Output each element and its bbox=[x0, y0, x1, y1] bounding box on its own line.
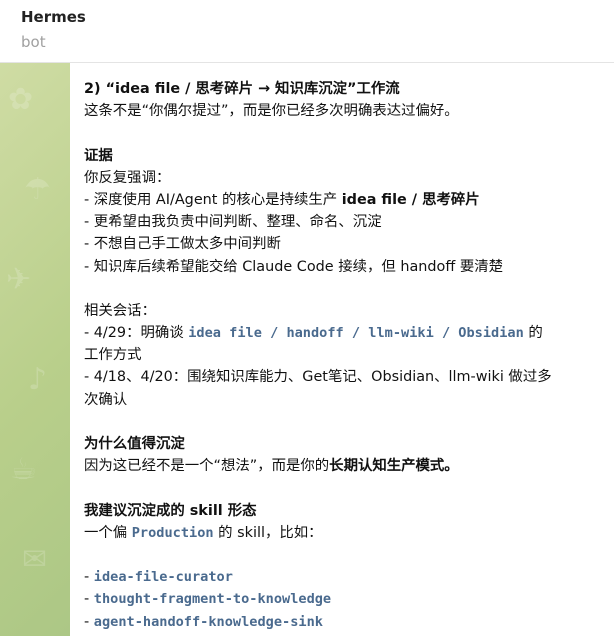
related-item-1: - 4/29：明确谈 idea file / handoff / llm-wik… bbox=[84, 322, 602, 344]
doodle-icon: ☕ bbox=[10, 452, 37, 487]
evidence-item-2: - 更希望由我负责中间判断、整理、命名、沉淀 bbox=[84, 214, 382, 231]
suggest-text: 一个偏 Production 的 skill，比如： bbox=[84, 522, 602, 544]
evidence-item-3: - 不想自己手工做太多中间判断 bbox=[84, 236, 281, 253]
evidence-item-1: - 深度使用 AI/Agent 的核心是持续生产 idea file / 思考碎… bbox=[84, 189, 602, 211]
chat-title: Hermes bbox=[21, 8, 86, 26]
doodle-icon: ☂ bbox=[24, 172, 51, 207]
related-item-1-suffix: 的 bbox=[523, 325, 543, 342]
doodle-icon: ✈ bbox=[6, 262, 32, 297]
doodle-icon: ✿ bbox=[8, 82, 34, 117]
doodle-icon: ✉ bbox=[22, 542, 48, 577]
skill-item: - thought-fragment-to-knowledge bbox=[84, 591, 332, 608]
related-item-1-text: - 4/29：明确谈 bbox=[84, 325, 189, 342]
skill-name: idea-file-curator bbox=[93, 569, 233, 586]
suggest-text-code: Production bbox=[131, 524, 214, 541]
related-item-2: - 4/18、4/20：围绕知识库能力、Get笔记、Obsidian、llm-w… bbox=[84, 369, 552, 386]
related-item-2-continuation: 次确认 bbox=[84, 391, 128, 408]
why-text: 因为这已经不是一个“想法”，而是你的长期认知生产模式。 bbox=[84, 455, 602, 477]
related-heading: 相关会话： bbox=[84, 302, 156, 319]
doodle-icon: ♪ bbox=[28, 362, 48, 397]
suggest-heading: 我建议沉淀成的 skill 形态 bbox=[84, 502, 257, 519]
why-text-bold: 长期认知生产模式。 bbox=[329, 458, 459, 475]
related-item-1-continuation: 工作方式 bbox=[84, 347, 142, 364]
skill-name: agent-handoff-knowledge-sink bbox=[93, 613, 323, 630]
message-title: 2) “idea file / 思考碎片 → 知识库沉淀”工作流 bbox=[84, 81, 400, 97]
evidence-item-1-text: - 深度使用 AI/Agent 的核心是持续生产 bbox=[84, 191, 342, 208]
skill-name: thought-fragment-to-knowledge bbox=[93, 591, 332, 608]
why-heading: 为什么值得沉淀 bbox=[84, 436, 185, 452]
suggest-text-prefix: 一个偏 bbox=[84, 524, 132, 541]
why-text-prefix: 因为这已经不是一个“想法”，而是你的 bbox=[84, 458, 330, 475]
skill-item: - agent-handoff-knowledge-sink bbox=[84, 613, 323, 630]
message-bubble[interactable]: 2) “idea file / 思考碎片 → 知识库沉淀”工作流 这条不是“你偶… bbox=[70, 62, 614, 636]
related-item-1-code: idea file / handoff / llm-wiki / Obsidia… bbox=[188, 325, 524, 342]
evidence-item-4: - 知识库后续希望能交给 Claude Code 接续，但 handoff 要清… bbox=[84, 258, 504, 275]
evidence-lead: 你反复强调： bbox=[84, 169, 171, 186]
suggest-text-suffix: 的 skill，比如： bbox=[213, 524, 323, 541]
chat-subtitle: bot bbox=[21, 33, 46, 51]
message-intro: 这条不是“你偶尔提过”，而是你已经多次明确表达过偏好。 bbox=[84, 103, 459, 120]
skill-item: - idea-file-curator bbox=[84, 569, 233, 586]
evidence-heading: 证据 bbox=[84, 147, 113, 164]
chat-header[interactable]: Hermes bot bbox=[0, 0, 614, 63]
evidence-item-1-bold: idea file / 思考碎片 bbox=[341, 191, 480, 208]
